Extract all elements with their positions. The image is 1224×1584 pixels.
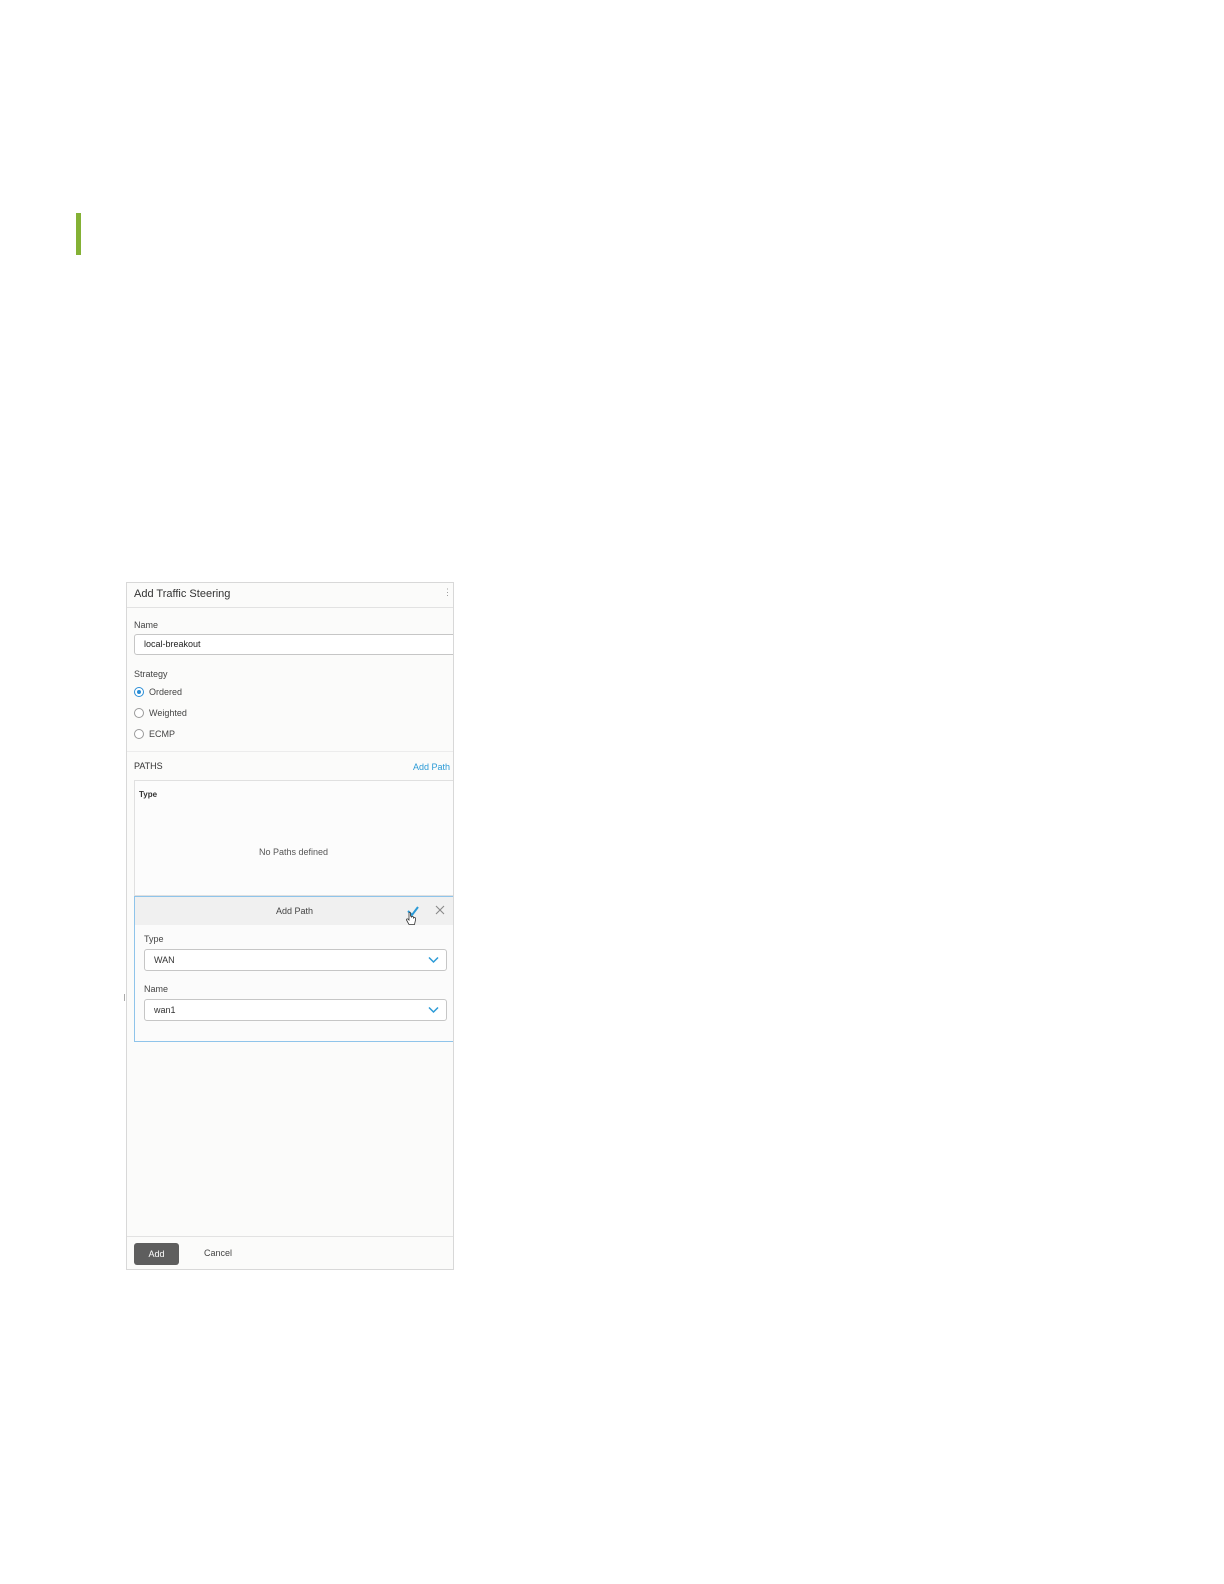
name-input[interactable]: local-breakout [134, 634, 453, 655]
paths-table: Type No Paths defined [134, 780, 453, 896]
path-type-label: Type [144, 934, 164, 944]
path-name-value: wan1 [154, 1005, 176, 1015]
more-options-icon[interactable]: ⋮ [443, 588, 452, 597]
add-path-form-title: Add Path [276, 906, 314, 916]
section-divider [127, 751, 453, 752]
chevron-down-icon [428, 956, 439, 964]
radio-ordered[interactable] [134, 687, 144, 697]
column-header-type: Type [139, 790, 158, 799]
paths-section-label: PATHS [134, 761, 163, 771]
path-type-value: WAN [154, 955, 175, 965]
add-path-form: Add Path Type WAN Name wan1 [134, 896, 453, 1042]
radio-label-ecmp: ECMP [149, 729, 176, 739]
strategy-option-ecmp[interactable]: ECMP [134, 729, 175, 739]
add-traffic-steering-dialog: Add Traffic Steering ⋮ Name local-breako… [126, 582, 454, 1270]
path-type-select[interactable]: WAN [144, 949, 447, 971]
radio-weighted[interactable] [134, 708, 144, 718]
radio-label-ordered: Ordered [149, 687, 183, 697]
side-tick [124, 994, 125, 1001]
dialog-title: Add Traffic Steering [134, 588, 231, 600]
cancel-button[interactable]: Cancel [204, 1248, 232, 1258]
strategy-option-weighted[interactable]: Weighted [134, 708, 187, 718]
path-name-select[interactable]: wan1 [144, 999, 447, 1021]
close-icon[interactable] [434, 904, 446, 916]
hand-cursor-icon [406, 912, 416, 925]
strategy-label: Strategy [134, 669, 168, 679]
name-label: Name [134, 620, 159, 630]
add-path-form-header: Add Path [135, 897, 453, 925]
add-path-link[interactable]: Add Path [413, 762, 450, 772]
chevron-down-icon [428, 1006, 439, 1014]
dialog-footer: Add Cancel [127, 1236, 453, 1269]
radio-label-weighted: Weighted [149, 708, 187, 718]
strategy-option-ordered[interactable]: Ordered [134, 687, 182, 697]
path-name-label: Name [144, 984, 169, 994]
accent-bar [76, 213, 81, 255]
add-button[interactable]: Add [134, 1243, 179, 1265]
empty-paths-message: No Paths defined [259, 847, 329, 857]
dialog-header: Add Traffic Steering ⋮ [127, 583, 453, 608]
radio-ecmp[interactable] [134, 729, 144, 739]
